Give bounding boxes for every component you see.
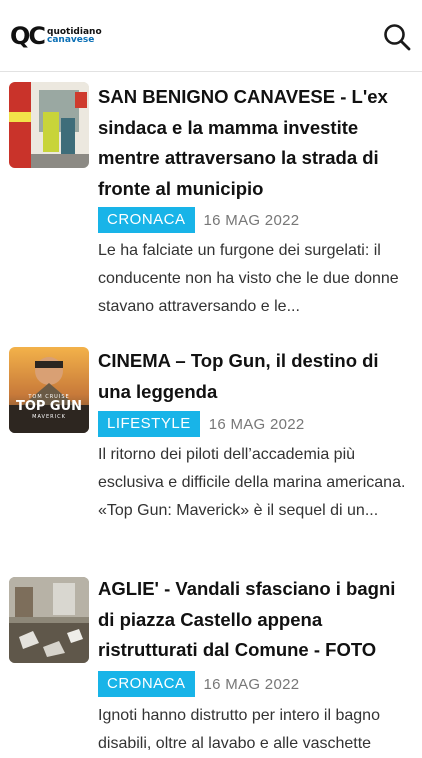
article-date: 16 MAG 2022 <box>208 415 305 433</box>
search-icon <box>384 24 411 51</box>
article-excerpt: Il ritorno dei piloti dell’accademia più… <box>98 446 406 519</box>
article-title[interactable]: CINEMA – Top Gun, il destino di una legg… <box>98 346 414 407</box>
search-button[interactable] <box>382 22 412 52</box>
app-logo[interactable]: QC quotidiano canavese <box>10 22 102 50</box>
article-excerpt: Le ha falciate un furgone dei surgelati:… <box>98 242 399 315</box>
logo-mark: QC <box>10 22 46 50</box>
app-header: QC quotidiano canavese <box>0 0 422 72</box>
article-title[interactable]: AGLIE' - Vandali sfasciano i bagni di pi… <box>98 574 414 666</box>
category-badge[interactable]: CRONACA <box>98 207 195 233</box>
article-meta: CRONACA 16 MAG 2022 <box>98 207 299 233</box>
article-thumbnail[interactable]: TOM CRUISE TOP GUN MAVERICK <box>9 347 89 433</box>
logo-wordmark: quotidiano canavese <box>47 28 102 45</box>
poster-title: TOP GUN <box>15 399 83 414</box>
article-title[interactable]: SAN BENIGNO CANAVESE - L'ex sindaca e la… <box>98 82 414 204</box>
category-badge[interactable]: LIFESTYLE <box>98 411 200 437</box>
topgun-poster <box>9 347 89 433</box>
article-meta: LIFESTYLE 16 MAG 2022 <box>98 411 305 437</box>
poster-text: TOM CRUISE TOP GUN MAVERICK <box>9 394 89 420</box>
article-date: 16 MAG 2022 <box>203 675 300 693</box>
poster-subtitle: MAVERICK <box>32 414 66 420</box>
article-date: 16 MAG 2022 <box>203 211 300 229</box>
article-thumbnail[interactable] <box>9 82 89 168</box>
vandalized-bathroom-photo <box>9 577 89 663</box>
logo-line-2: canavese <box>47 35 95 45</box>
article-thumbnail[interactable] <box>9 577 89 663</box>
category-badge[interactable]: CRONACA <box>98 671 195 697</box>
ambulance-photo <box>9 82 89 168</box>
article-meta: CRONACA 16 MAG 2022 <box>98 671 299 697</box>
